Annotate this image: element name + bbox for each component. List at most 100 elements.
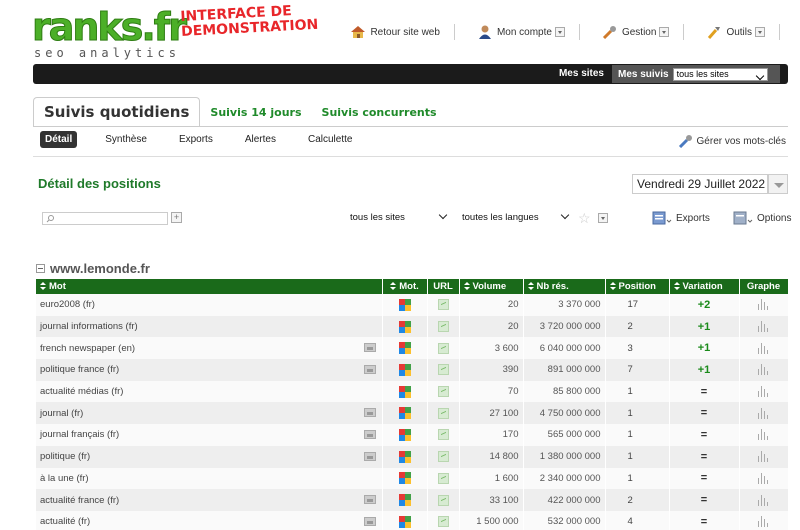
graph-cell[interactable] — [739, 337, 789, 360]
keyword-cell[interactable]: actualité médias (fr) — [36, 380, 383, 403]
graph-cell[interactable] — [739, 445, 789, 468]
url-cell[interactable] — [427, 489, 460, 511]
col-header-moteur[interactable]: Mot. — [382, 279, 428, 294]
url-cell[interactable] — [427, 359, 460, 381]
url-cell[interactable] — [427, 467, 460, 490]
bar-chart-icon[interactable] — [757, 451, 771, 463]
bar-chart-icon[interactable] — [757, 364, 771, 376]
col-header-url[interactable]: URL — [427, 279, 460, 294]
keyword-cell[interactable]: politique france (fr) — [36, 359, 383, 381]
subtab-synthese[interactable]: Synthèse — [105, 134, 147, 145]
chevron-down-icon[interactable] — [755, 27, 765, 37]
site-select[interactable]: tous les sites — [672, 67, 768, 81]
table-row[interactable]: french newspaper (en) 3 600 6 040 000 000 3… — [36, 337, 789, 360]
mes-suivis-link[interactable]: Mes suivis — [618, 69, 669, 80]
url-icon[interactable] — [437, 386, 449, 398]
url-cell[interactable] — [427, 380, 460, 403]
bar-chart-icon[interactable] — [757, 429, 771, 441]
table-row[interactable]: à la une (fr) 1 600 2 340 000 000 1 = — [36, 467, 789, 490]
url-icon[interactable] — [437, 451, 449, 463]
collapse-icon[interactable] — [36, 264, 45, 273]
graph-cell[interactable] — [739, 402, 789, 425]
table-row[interactable]: politique (fr) 14 800 1 380 000 000 1 = — [36, 445, 789, 468]
chevron-down-icon[interactable] — [598, 213, 608, 223]
nav-mon-compte[interactable]: Mon compte — [477, 25, 565, 39]
manage-keywords-link[interactable]: Gérer vos mots-clés — [678, 134, 786, 148]
url-icon[interactable] — [437, 494, 449, 506]
table-row[interactable]: journal informations (fr) 20 3 720 000 000… — [36, 315, 789, 338]
exports-button[interactable]: Exports — [652, 211, 710, 225]
keyword-cell[interactable]: journal informations (fr) — [36, 315, 383, 338]
table-row[interactable]: politique france (fr) 390 891 000 000 7 +1 — [36, 359, 789, 381]
url-cell[interactable] — [427, 402, 460, 425]
col-header-nb-res[interactable]: Nb rés. — [523, 279, 606, 294]
keyword-cell[interactable]: actualité (fr) — [36, 510, 383, 530]
url-cell[interactable] — [427, 294, 460, 316]
keyword-cell[interactable]: euro2008 (fr) — [36, 294, 383, 316]
nav-outils[interactable]: Outils — [706, 25, 765, 39]
keyword-cell[interactable]: french newspaper (en) — [36, 337, 383, 360]
subtab-detail[interactable]: Détail — [40, 131, 78, 148]
nav-gestion[interactable]: Gestion — [602, 25, 670, 39]
graph-cell[interactable] — [739, 489, 789, 511]
mes-sites-link[interactable]: Mes sites — [559, 68, 604, 79]
logo[interactable]: ranks.fr seo analytics — [30, 6, 187, 62]
bar-chart-icon[interactable] — [757, 516, 771, 528]
url-icon[interactable] — [437, 472, 449, 484]
url-cell[interactable] — [427, 315, 460, 338]
bar-chart-icon[interactable] — [757, 321, 771, 333]
graph-cell[interactable] — [739, 510, 789, 530]
table-row[interactable]: journal français (fr) 170 565 000 000 1 = — [36, 424, 789, 446]
bar-chart-icon[interactable] — [757, 386, 771, 398]
date-dropdown-button[interactable] — [768, 174, 788, 194]
bar-chart-icon[interactable] — [757, 407, 771, 419]
tab-suivis-concurrents[interactable]: Suivis concurrents — [312, 106, 447, 126]
url-icon[interactable] — [437, 321, 449, 333]
url-icon[interactable] — [437, 364, 449, 376]
keyword-cell[interactable]: à la une (fr) — [36, 467, 383, 490]
url-icon[interactable] — [437, 407, 449, 419]
sites-filter-select[interactable]: tous les sites — [350, 210, 450, 225]
graph-cell[interactable] — [739, 380, 789, 403]
langs-filter-select[interactable]: toutes les langues — [462, 210, 572, 225]
url-cell[interactable] — [427, 424, 460, 446]
keyword-cell[interactable]: journal français (fr) — [36, 424, 383, 446]
bar-chart-icon[interactable] — [757, 342, 771, 354]
graph-cell[interactable] — [739, 294, 789, 316]
bar-chart-icon[interactable] — [757, 472, 771, 484]
col-header-position[interactable]: Position — [605, 279, 670, 294]
star-icon[interactable]: ☆ — [578, 210, 591, 227]
url-icon[interactable] — [437, 299, 449, 311]
tab-suivis-quotidiens[interactable]: Suivis quotidiens — [33, 97, 201, 127]
graph-cell[interactable] — [739, 467, 789, 490]
chevron-down-icon[interactable] — [554, 27, 565, 37]
bar-chart-icon[interactable] — [757, 299, 771, 311]
subtab-calculette[interactable]: Calculette — [308, 134, 352, 145]
keyword-cell[interactable]: politique (fr) — [36, 445, 383, 468]
url-cell[interactable] — [427, 337, 460, 360]
chevron-down-icon[interactable] — [659, 27, 670, 37]
col-header-variation[interactable]: Variation — [669, 279, 740, 294]
keyword-cell[interactable]: journal (fr) — [36, 402, 383, 425]
table-row[interactable]: actualité france (fr) 33 100 422 000 000 2 = — [36, 489, 789, 511]
col-header-mot[interactable]: Mot — [36, 279, 383, 294]
url-icon[interactable] — [437, 516, 449, 528]
bar-chart-icon[interactable] — [757, 494, 771, 506]
site-section-header[interactable]: www.lemonde.fr — [36, 261, 150, 276]
subtab-exports[interactable]: Exports — [179, 134, 213, 145]
table-row[interactable]: euro2008 (fr) 20 3 370 000 17 +2 — [36, 294, 789, 316]
col-header-volume[interactable]: Volume — [459, 279, 524, 294]
options-button[interactable]: Options — [733, 211, 791, 225]
nav-retour-site[interactable]: Retour site web — [350, 25, 440, 39]
graph-cell[interactable] — [739, 315, 789, 338]
graph-cell[interactable] — [739, 424, 789, 446]
keyword-cell[interactable]: actualité france (fr) — [36, 489, 383, 511]
table-row[interactable]: actualité (fr) 1 500 000 532 000 000 4 = — [36, 510, 789, 530]
add-filter-button[interactable]: + — [171, 212, 182, 223]
url-icon[interactable] — [437, 429, 449, 441]
url-cell[interactable] — [427, 510, 460, 530]
graph-cell[interactable] — [739, 359, 789, 381]
keyword-search-input[interactable] — [42, 212, 168, 225]
table-row[interactable]: actualité médias (fr) 70 85 800 000 1 = — [36, 380, 789, 403]
url-cell[interactable] — [427, 445, 460, 468]
